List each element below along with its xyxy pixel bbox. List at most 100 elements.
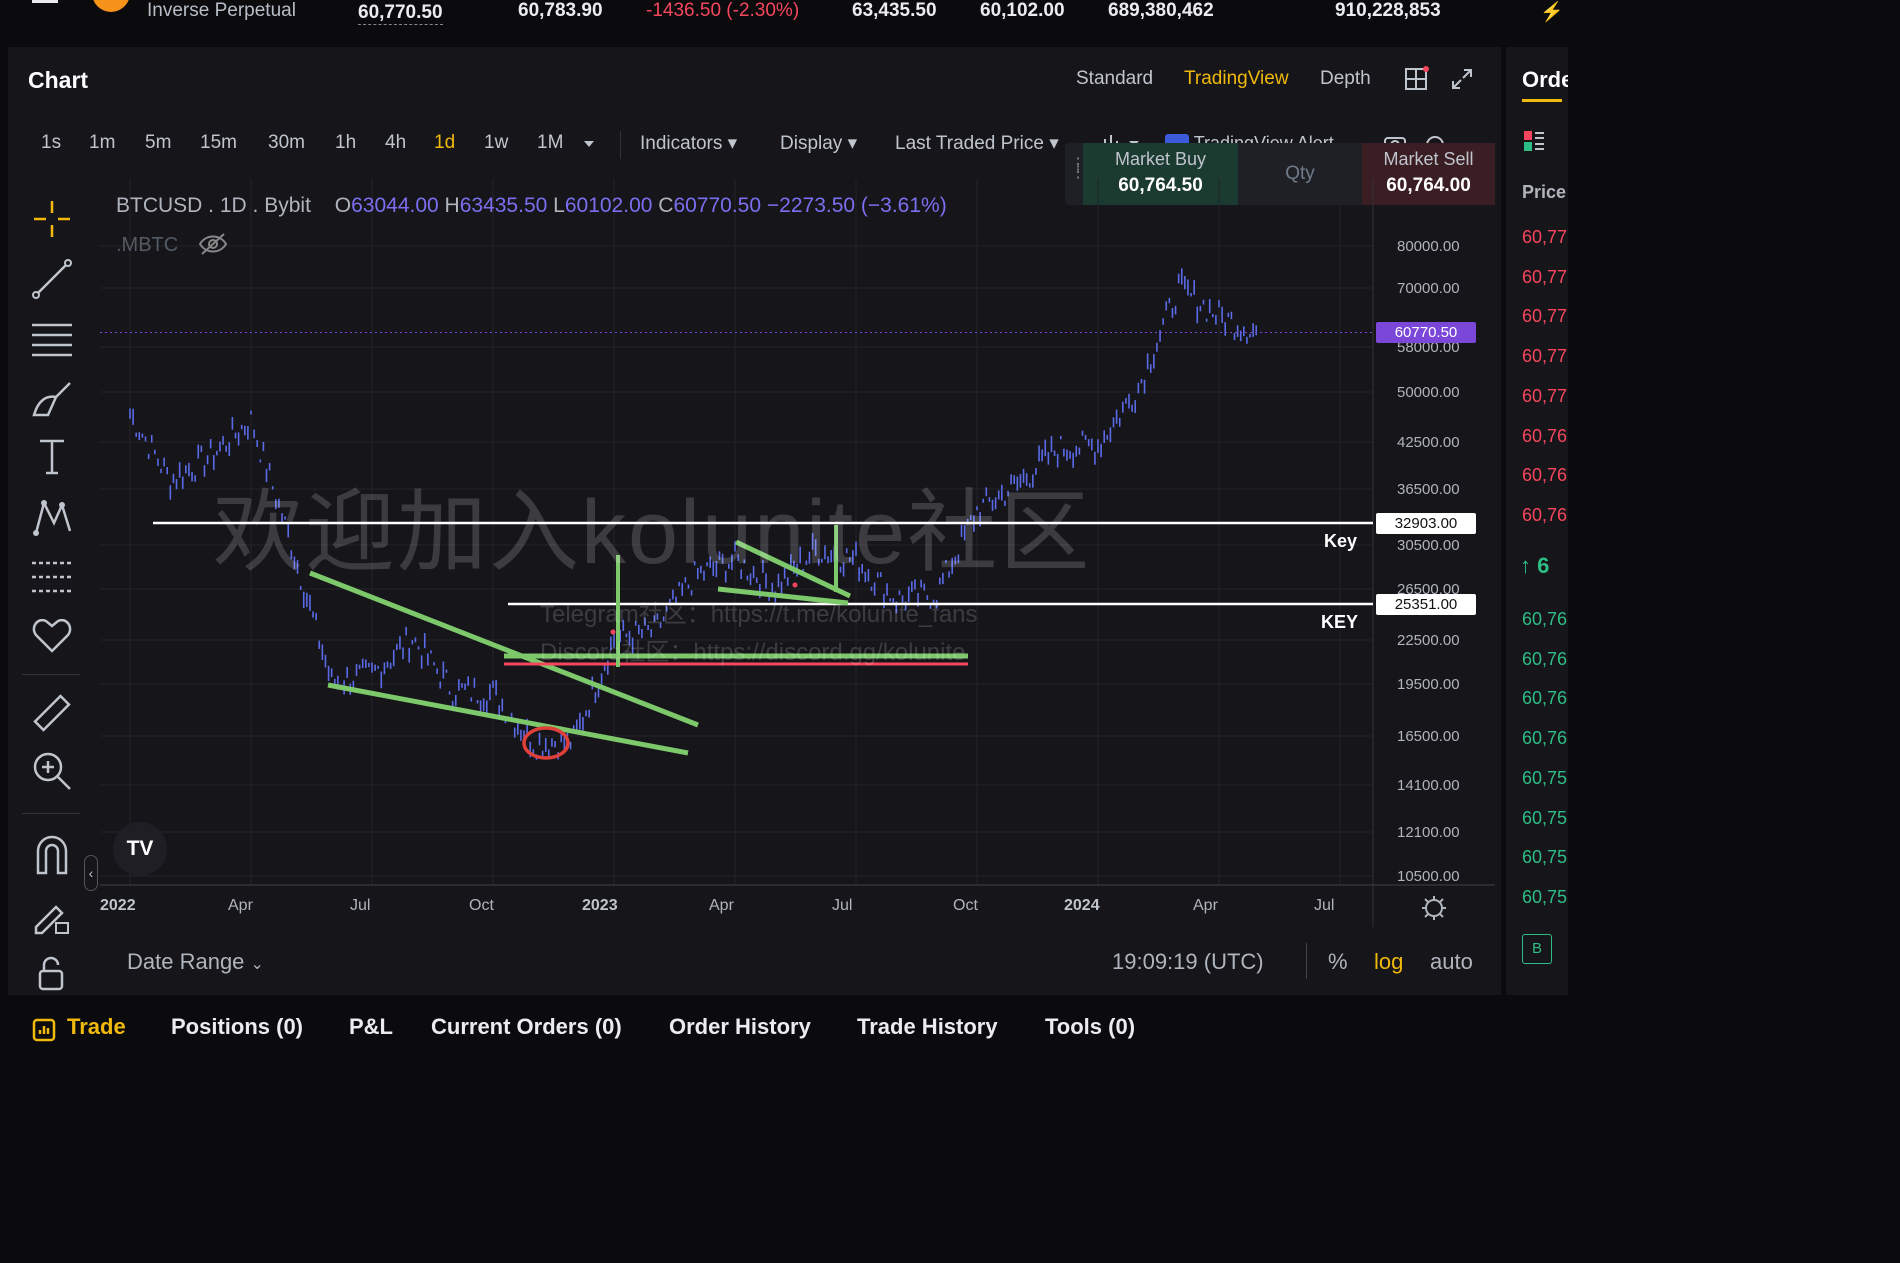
high-24h: 63,435.50 <box>852 0 937 21</box>
collapse-toolbar-button[interactable]: ‹ <box>84 855 98 891</box>
view-tradingview[interactable]: TradingView <box>1184 68 1289 90</box>
ask-price[interactable]: 60,77 <box>1522 306 1567 327</box>
legend-high: 63435.50 <box>459 194 548 217</box>
price-axis-label: 16500.00 <box>1397 728 1460 745</box>
chart-panel: Chart Standard TradingView Depth 1s 1m 5m 1… <box>8 47 1501 995</box>
bottom-tab[interactable]: Tools (0) <box>1045 1014 1135 1040</box>
bid-price[interactable]: 60,76 <box>1522 609 1567 630</box>
price-type-button[interactable]: Last Traded Price ▾ <box>895 132 1059 155</box>
price-axis-label: 80000.00 <box>1397 238 1460 255</box>
interval-30m[interactable]: 30m <box>268 132 305 154</box>
date-axis-label: Oct <box>469 897 494 914</box>
date-axis-label: Oct <box>953 897 978 914</box>
auto-toggle[interactable]: auto <box>1430 949 1473 975</box>
last-price[interactable]: 60,770.50 <box>358 2 443 25</box>
interval-5m[interactable]: 5m <box>145 132 171 154</box>
trendline-lower <box>327 682 689 756</box>
interval-1M[interactable]: 1M <box>537 132 563 154</box>
bottom-tab[interactable]: Current Orders (0) <box>431 1014 622 1040</box>
horizontal-lines-icon[interactable] <box>30 317 74 361</box>
date-range-button[interactable]: Date Range ⌄ <box>127 949 264 975</box>
price-axis-label: 22500.00 <box>1397 632 1460 649</box>
key-level-tag-1: 32903.00 <box>1376 513 1476 534</box>
interval-4h[interactable]: 4h <box>385 132 406 154</box>
legend-close: 60770.50 <box>673 194 762 217</box>
menu-icon[interactable] <box>32 0 58 6</box>
log-toggle[interactable]: log <box>1374 949 1403 975</box>
interval-1w[interactable]: 1w <box>484 132 508 154</box>
bid-price[interactable]: 60,75 <box>1522 847 1567 868</box>
bottom-tab[interactable]: Trade History <box>857 1014 998 1040</box>
bid-price[interactable]: 60,75 <box>1522 768 1567 789</box>
bottom-tabs: Trade Positions (0) P&L Current Orders (0) O… <box>0 996 1568 1042</box>
price-axis-label: 50000.00 <box>1397 384 1460 401</box>
ask-price[interactable]: 60,76 <box>1522 505 1567 526</box>
legend-h-label: H <box>444 194 460 217</box>
bottom-tab[interactable]: P&L <box>349 1014 393 1040</box>
bid-price[interactable]: 60,75 <box>1522 808 1567 829</box>
date-axis-label: Jul <box>832 897 853 914</box>
chevron-down-icon: ⌄ <box>250 956 264 973</box>
hide-eye-icon[interactable] <box>198 232 228 256</box>
lock-drawing-icon[interactable] <box>30 893 74 937</box>
percent-toggle[interactable]: % <box>1328 949 1348 975</box>
view-standard[interactable]: Standard <box>1076 68 1153 90</box>
fullscreen-icon[interactable] <box>1450 67 1474 91</box>
bottom-tab[interactable]: Positions (0) <box>171 1014 303 1040</box>
indicators-button[interactable]: Indicators ▾ <box>640 132 737 155</box>
watermark-main: 欢迎加入kolunite社区 <box>213 483 1092 583</box>
legend-o-label: O <box>334 194 352 217</box>
watermark-telegram: Telegram社区：https://t.me/kolunite_fans <box>540 601 978 628</box>
bottom-tab[interactable]: Trade <box>67 1014 126 1040</box>
interval-15m[interactable]: 15m <box>200 132 237 154</box>
ask-price[interactable]: 60,77 <box>1522 346 1567 367</box>
buy-badge[interactable]: B <box>1522 934 1552 964</box>
ask-price[interactable]: 60,76 <box>1522 426 1567 447</box>
ask-price[interactable]: 60,77 <box>1522 386 1567 407</box>
toolbar-separator <box>22 674 80 675</box>
pattern-tool-icon[interactable] <box>30 495 74 539</box>
trendline-tool-icon[interactable] <box>30 257 74 301</box>
watermark-discord: Discord社区：https://discord.gg/kolunite <box>540 639 966 666</box>
ask-price[interactable]: 60,77 <box>1522 267 1567 288</box>
display-button[interactable]: Display ▾ <box>780 132 857 155</box>
volume-24h: 689,380,462 <box>1108 0 1214 21</box>
favorites-icon[interactable] <box>30 613 74 657</box>
interval-1d[interactable]: 1d <box>434 132 455 154</box>
ask-price[interactable]: 60,77 <box>1522 227 1567 248</box>
axis-settings-icon[interactable] <box>1421 895 1447 921</box>
interval-1m[interactable]: 1m <box>89 132 115 154</box>
bid-price[interactable]: 60,75 <box>1522 887 1567 908</box>
unlock-icon[interactable] <box>30 953 74 993</box>
ruler-icon[interactable] <box>30 691 74 735</box>
legend-symbol: BTCUSD <box>116 194 203 217</box>
toolbar-separator-2 <box>22 813 80 814</box>
interval-1h[interactable]: 1h <box>335 132 356 154</box>
ask-price[interactable]: 60,76 <box>1522 465 1567 486</box>
interval-dropdown-icon[interactable] <box>583 139 595 149</box>
utc-clock[interactable]: 19:09:19 (UTC) <box>1112 949 1264 975</box>
title-underline <box>1522 99 1562 102</box>
mark-price: 60,783.90 <box>518 0 603 21</box>
bid-price[interactable]: 60,76 <box>1522 688 1567 709</box>
bottom-tab[interactable]: Order History <box>669 1014 811 1040</box>
tradingview-logo[interactable]: TV <box>113 822 167 876</box>
interval-1s[interactable]: 1s <box>41 132 61 154</box>
bid-price[interactable]: 60,76 <box>1522 728 1567 749</box>
legend-c-label: C <box>658 194 674 217</box>
layout-grid-icon[interactable] <box>1404 66 1430 92</box>
crosshair-icon[interactable] <box>30 197 74 241</box>
price-column-header: Price <box>1522 182 1567 202</box>
market-buy-label: Market Buy <box>1114 149 1207 169</box>
zoom-in-icon[interactable] <box>30 749 74 793</box>
orderbook-layout-icon[interactable] <box>1522 129 1546 153</box>
price-change-24h: -1436.50 (-2.30%) <box>646 0 800 21</box>
magnet-icon[interactable] <box>30 833 74 877</box>
view-depth[interactable]: Depth <box>1320 68 1371 90</box>
brush-tool-icon[interactable] <box>30 377 74 421</box>
fib-tool-icon[interactable] <box>30 555 74 599</box>
bid-price[interactable]: 60,76 <box>1522 649 1567 670</box>
lightning-icon[interactable]: ⚡ <box>1540 0 1564 24</box>
mid-price: ↑ 6 <box>1520 553 1550 578</box>
text-tool-icon[interactable] <box>30 435 74 479</box>
